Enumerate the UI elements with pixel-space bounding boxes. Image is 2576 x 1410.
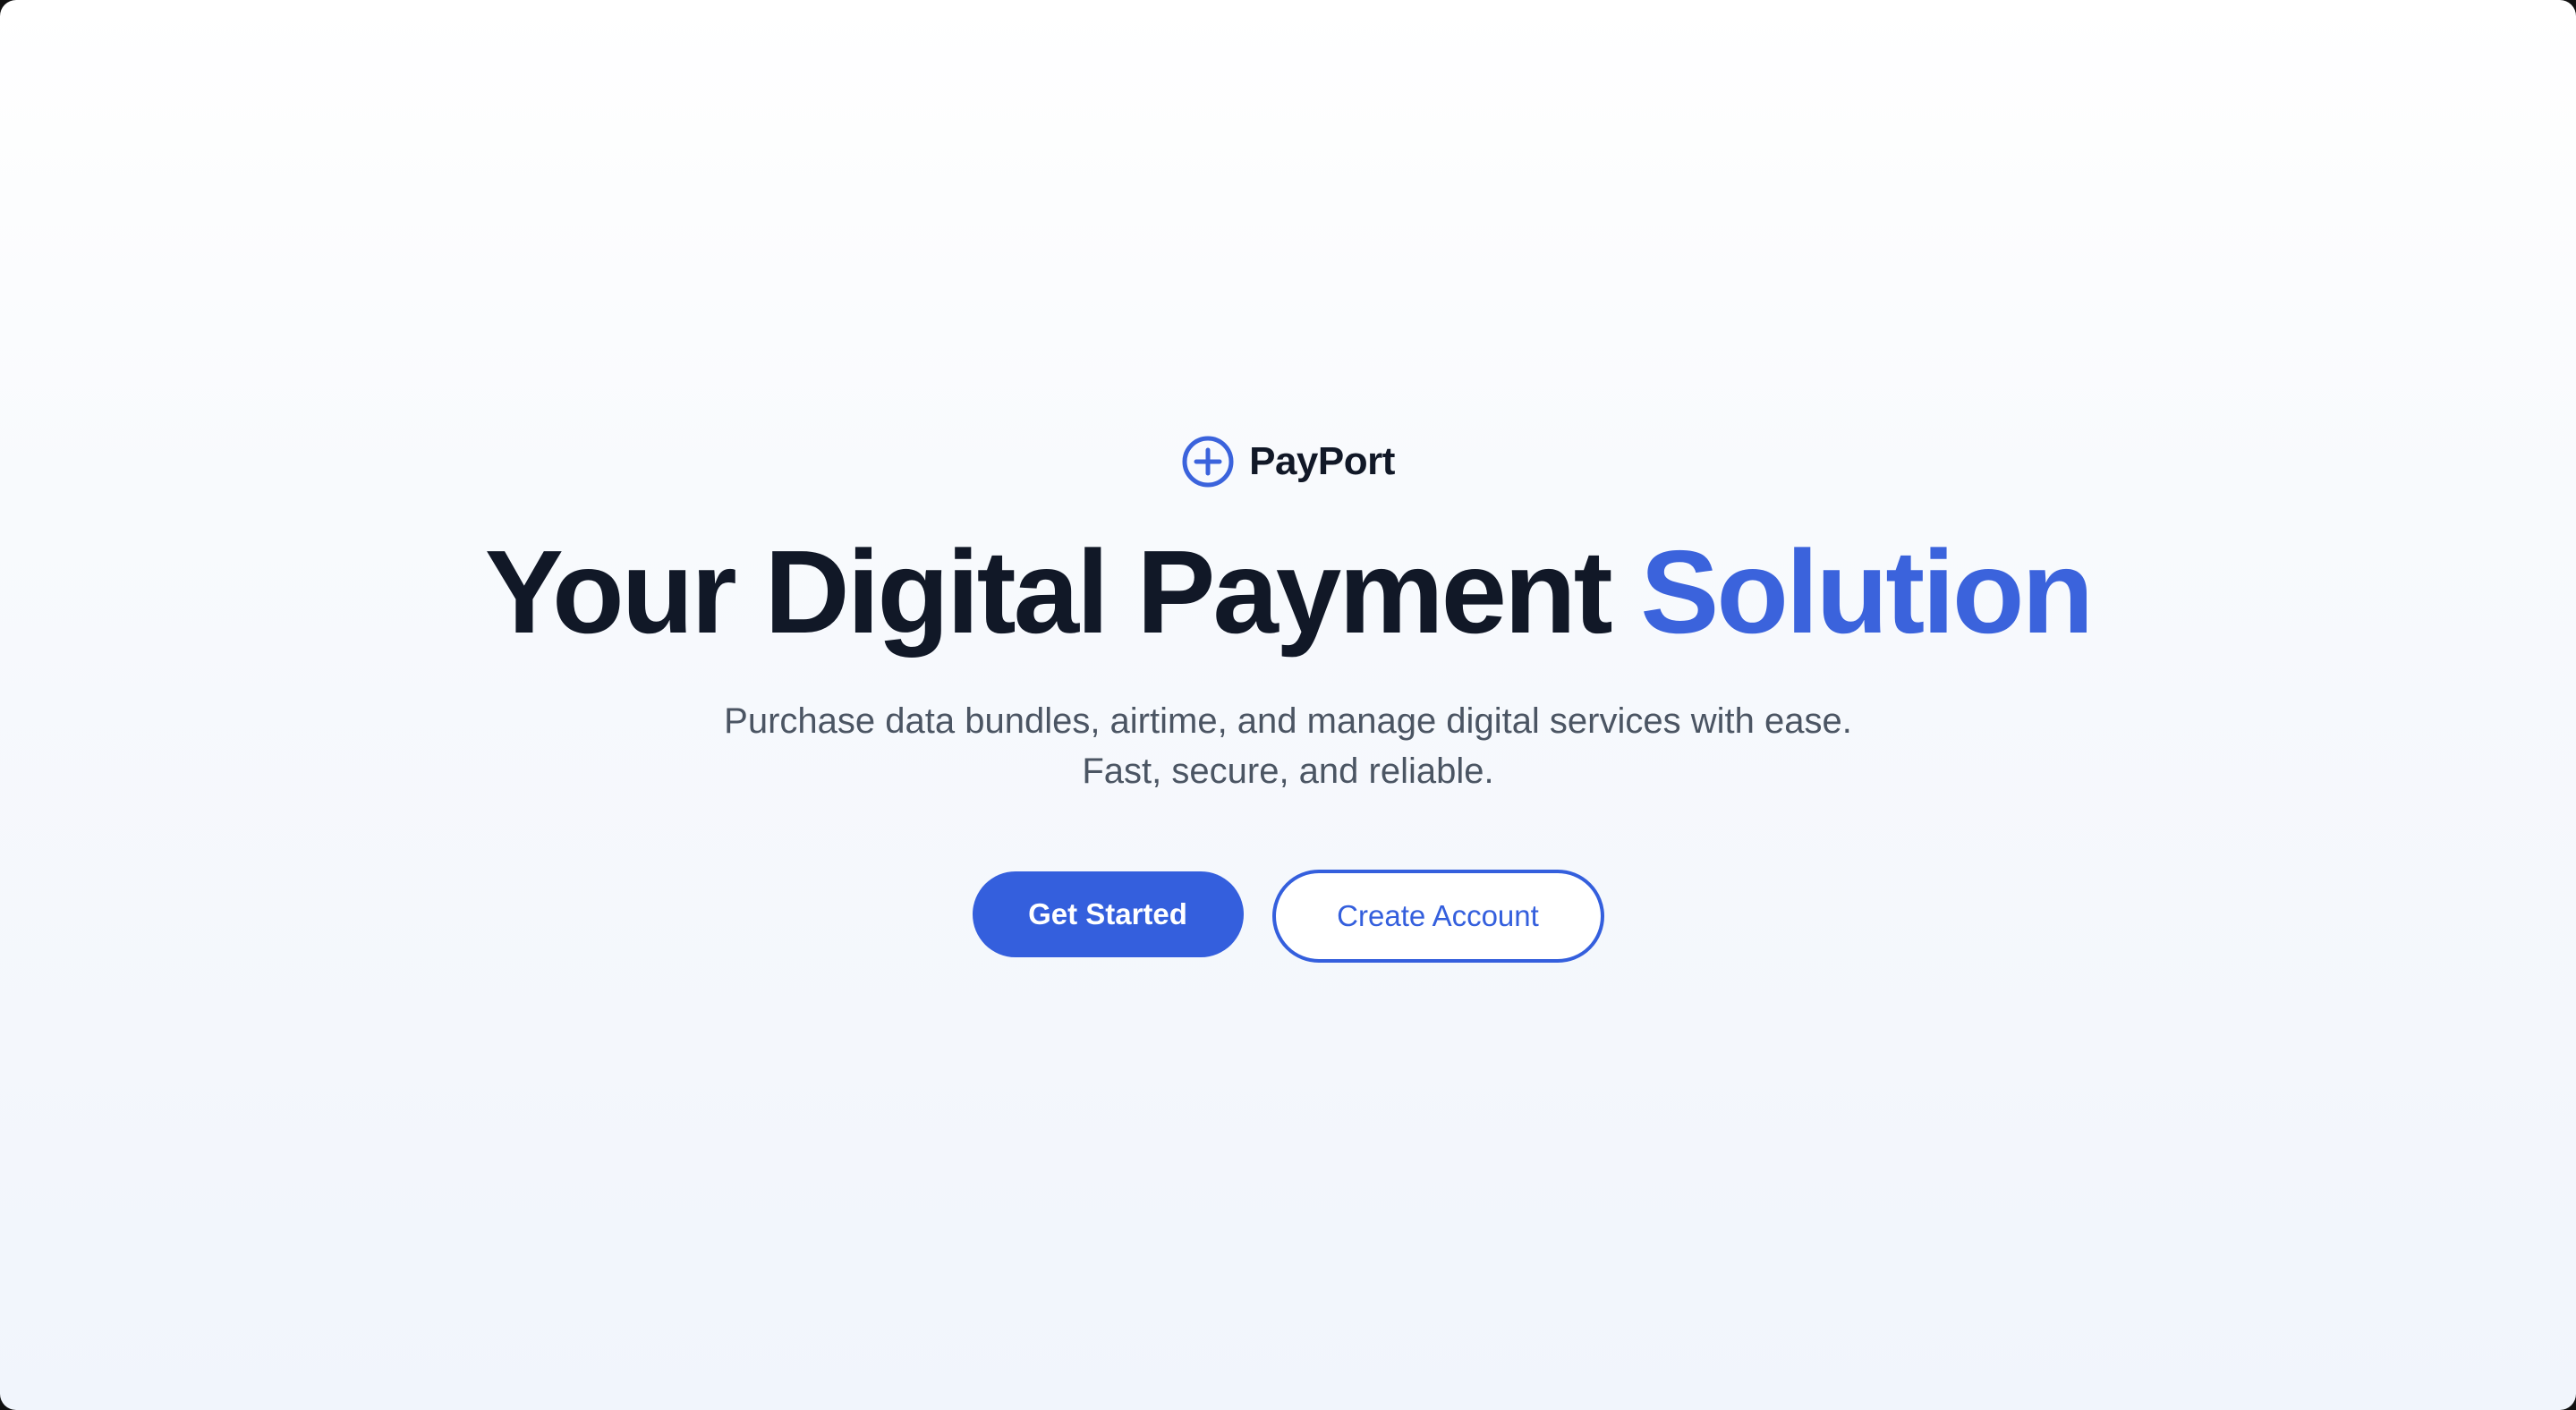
subtitle-line-1: Purchase data bundles, airtime, and mana… (724, 701, 1852, 741)
brand-name: PayPort (1249, 439, 1395, 483)
plus-circle-icon (1182, 436, 1234, 488)
get-started-button[interactable]: Get Started (972, 871, 1244, 957)
subtitle-line-2: Fast, secure, and reliable. (1082, 752, 1494, 791)
page-title: Your Digital Payment Solution (485, 533, 2094, 651)
landing-page: PayPort Your Digital Payment Solution Pu… (0, 0, 2576, 1410)
title-main-text: Your Digital Payment (484, 526, 1641, 658)
create-account-button[interactable]: Create Account (1271, 870, 1604, 963)
hero-subtitle: Purchase data bundles, airtime, and mana… (724, 696, 1852, 796)
brand-logo: PayPort (1181, 428, 1395, 496)
title-accent-text: Solution (1640, 526, 2094, 658)
hero-section: PayPort Your Digital Payment Solution Pu… (0, 428, 2576, 963)
hero-actions: Get Started Create Account (972, 866, 1604, 963)
